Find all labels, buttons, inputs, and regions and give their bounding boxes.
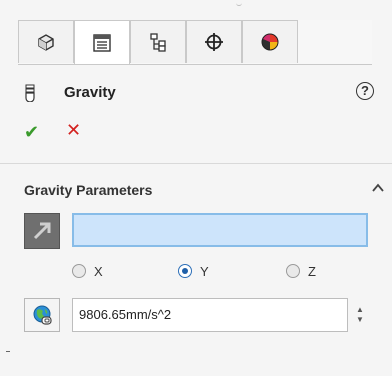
page-title: Gravity [64, 84, 116, 101]
globe-link-icon [33, 305, 52, 325]
radio-x-label: X [94, 263, 103, 279]
magnitude-spinner[interactable]: ▲ ▼ [352, 298, 368, 332]
radio-y-label: Y [200, 263, 209, 279]
radio-z[interactable]: Z [286, 262, 316, 280]
gravity-icon [25, 84, 35, 102]
configuration-manager-icon [150, 33, 166, 52]
radio-x-control[interactable] [72, 264, 86, 278]
tab-dimxpert-manager[interactable] [186, 20, 242, 63]
panel-title-row: Gravity ? [24, 82, 374, 104]
cancel-button[interactable]: ✕ [66, 120, 81, 141]
spin-down-icon[interactable]: ▼ [356, 315, 364, 325]
direction-selection-field[interactable] [72, 213, 368, 247]
crosshair-icon [205, 33, 223, 51]
direction-arrow-icon [33, 222, 51, 240]
spin-up-icon[interactable]: ▲ [356, 305, 364, 315]
tab-feature-manager[interactable] [18, 20, 74, 63]
panel-grip[interactable] [236, 2, 242, 6]
divider [0, 163, 392, 164]
section-title: Gravity Parameters [24, 182, 153, 198]
radio-y-control[interactable] [178, 264, 192, 278]
radio-z-label: Z [308, 263, 316, 279]
gravity-magnitude-field[interactable]: 9806.65mm/s^2 [72, 298, 348, 332]
manager-tab-bar [18, 20, 372, 65]
ok-button[interactable]: ✔ [24, 122, 39, 143]
gravity-magnitude-icon-button[interactable] [24, 298, 60, 332]
help-icon[interactable]: ? [356, 82, 374, 100]
display-manager-icon [261, 33, 279, 51]
tab-property-manager[interactable] [74, 20, 130, 64]
radio-z-control[interactable] [286, 264, 300, 278]
property-manager-icon [93, 33, 111, 52]
radio-y[interactable]: Y [178, 262, 209, 280]
tab-configuration-manager[interactable] [130, 20, 186, 63]
direction-reference-button[interactable] [24, 213, 60, 249]
radio-x[interactable]: X [72, 262, 103, 280]
edge-mark [6, 351, 10, 352]
tab-display-manager[interactable] [242, 20, 298, 63]
property-manager-panel: Gravity ? ✔ ✕ Gravity Parameters X Y Z 9… [0, 0, 392, 376]
gravity-parameters-header[interactable]: Gravity Parameters [24, 180, 386, 202]
chevron-up-icon[interactable] [370, 180, 386, 196]
feature-tree-icon [38, 34, 54, 51]
